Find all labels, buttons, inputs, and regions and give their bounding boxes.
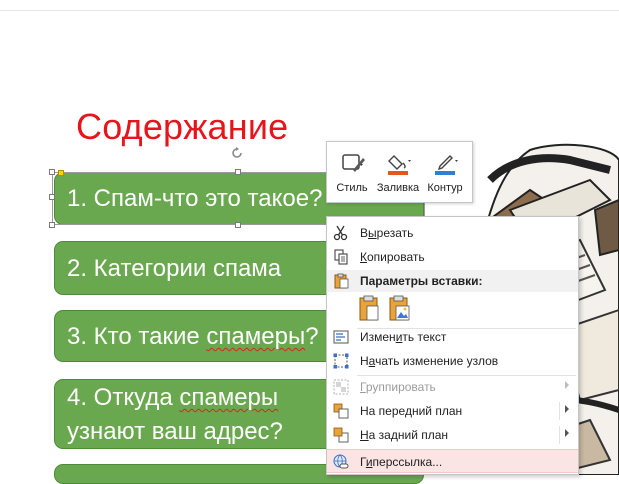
- edit-points-a: Н: [360, 354, 369, 368]
- fill-button[interactable]: Заливка: [375, 146, 421, 200]
- menu-item-send-to-back[interactable]: На задний план: [327, 423, 578, 447]
- style-button[interactable]: Стиль: [329, 146, 375, 200]
- cut-text-a: В: [360, 226, 369, 240]
- menu-item-copy[interactable]: Копировать: [327, 245, 578, 269]
- cut-text-b: резать: [376, 226, 414, 240]
- hyperlink-b: перссылка...: [372, 455, 443, 469]
- content-item-3-text-b: спамеры: [206, 323, 306, 350]
- style-label: Стиль: [336, 182, 368, 194]
- context-menu: Вырезать Копировать Параметры вставки: И…: [326, 216, 579, 475]
- split-divider: [559, 426, 560, 444]
- edit-points-b: чать изменение узлов: [375, 354, 499, 368]
- cut-accel-key: ы: [368, 226, 377, 240]
- edit-text-b: ть текст: [402, 330, 447, 344]
- edit-text-a: Измен: [360, 330, 396, 344]
- paste-options-header: Параметры вставки:: [327, 270, 578, 292]
- menu-item-cut[interactable]: Вырезать: [327, 221, 578, 245]
- bring-front-accel-key: д: [404, 404, 412, 418]
- group-text: руппировать: [365, 380, 436, 394]
- rotate-handle-icon[interactable]: [230, 146, 244, 160]
- paint-bucket-icon: [388, 155, 411, 175]
- send-to-back-icon: [333, 427, 349, 443]
- edit-points-icon: [333, 353, 349, 369]
- bring-front-a: На пере: [360, 404, 405, 418]
- resize-handle-top-middle[interactable]: [235, 169, 241, 175]
- paste-as-picture-icon[interactable]: [387, 294, 411, 322]
- submenu-arrow-icon: [565, 381, 569, 389]
- menu-item-edit-text[interactable]: Изменить текст: [327, 325, 578, 349]
- outline-label: Контур: [427, 182, 463, 194]
- bring-to-front-icon: [333, 403, 349, 419]
- paste-clipboard-icon: [334, 273, 349, 289]
- edit-text-icon: [333, 330, 349, 344]
- content-item-3-text-c: ?: [305, 323, 319, 350]
- resize-handle-bottom-middle[interactable]: [235, 222, 241, 228]
- resize-handle-bottom-left[interactable]: [49, 222, 55, 228]
- send-back-accel-key: Н: [360, 428, 369, 442]
- submenu-arrow-icon[interactable]: [565, 405, 569, 413]
- slide-canvas[interactable]: Содержание 1. Спам-что это такое? 2. Кат…: [0, 0, 619, 484]
- menu-item-group[interactable]: Группировать: [327, 375, 578, 399]
- hyperlink-icon: [333, 454, 349, 469]
- copy-text: опировать: [367, 250, 425, 264]
- paste-use-destination-theme-icon[interactable]: [357, 294, 381, 322]
- mini-toolbar: Стиль Заливка Контур: [326, 141, 473, 203]
- content-item-3-text-a: 3. Кто такие: [67, 323, 207, 350]
- content-item-4-text-a: 4. Откуда: [67, 384, 180, 411]
- bring-front-b: ний план: [411, 404, 463, 418]
- menu-item-hyperlink[interactable]: Гиперссылка...: [327, 449, 578, 473]
- hyperlink-accel-key: и: [365, 455, 373, 469]
- menu-item-bring-to-front[interactable]: На передний план: [327, 399, 578, 423]
- content-item-4-text-b: спамеры: [179, 384, 279, 411]
- content-item-2-text: 2. Категории спама: [67, 255, 282, 282]
- yellow-adjust-handle[interactable]: [58, 170, 64, 176]
- slide-title[interactable]: Содержание: [76, 106, 288, 148]
- paste-options-label: Параметры вставки:: [360, 274, 483, 288]
- menu-item-edit-points[interactable]: Начать изменение узлов: [327, 349, 578, 373]
- submenu-arrow-icon[interactable]: [565, 429, 569, 437]
- send-back-b: а задний план: [368, 428, 449, 442]
- content-item-1-text: 1. Спам-что это такое?: [67, 185, 323, 212]
- copy-accel-key: К: [360, 250, 367, 264]
- slide-top-edge: [0, 10, 619, 11]
- resize-handle-top-left[interactable]: [49, 169, 55, 175]
- pen-outline-icon: [435, 155, 458, 175]
- outline-button[interactable]: Контур: [422, 146, 468, 200]
- shape-style-icon: [342, 154, 365, 172]
- split-divider: [559, 402, 560, 420]
- copy-icon: [334, 249, 348, 265]
- group-icon: [333, 379, 349, 395]
- resize-handle-middle-left[interactable]: [49, 194, 55, 200]
- fill-label: Заливка: [376, 182, 420, 194]
- scissors-icon: [333, 225, 348, 241]
